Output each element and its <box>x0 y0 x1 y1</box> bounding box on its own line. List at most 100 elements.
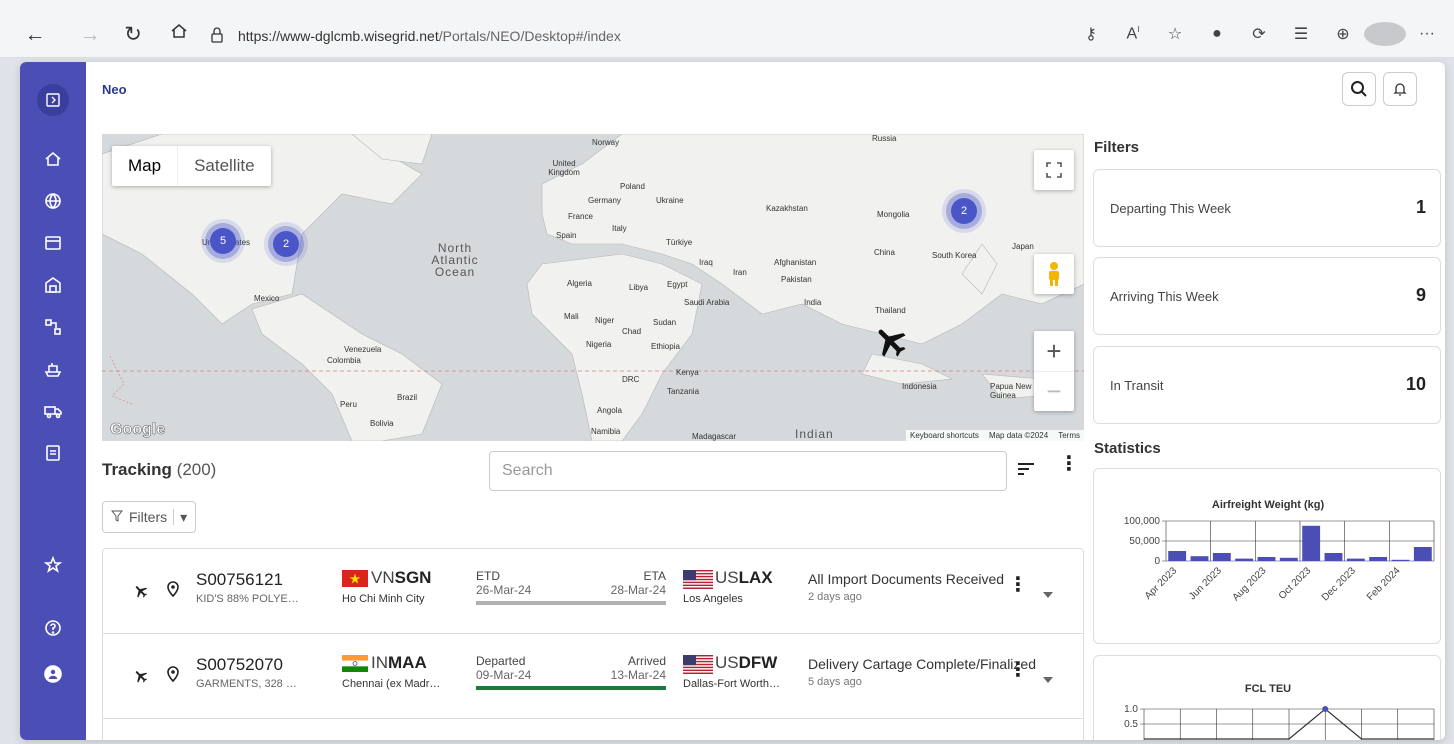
x-tick-label: Dec 2023 <box>1320 565 1358 603</box>
street-view-button[interactable] <box>1034 254 1074 294</box>
sidebar <box>20 62 86 740</box>
filter-card-in-transit[interactable]: In Transit 10 <box>1093 346 1441 424</box>
map-label-iraq: Iraq <box>699 258 713 267</box>
back-icon[interactable]: ← <box>22 22 48 48</box>
expand-row-icon[interactable] <box>1043 670 1053 688</box>
zoom-in-icon[interactable]: + <box>1034 331 1074 371</box>
fullscreen-button[interactable] <box>1034 150 1074 190</box>
tracking-count: (200) <box>176 460 217 479</box>
map-label-spain: Spain <box>556 231 577 240</box>
location-pin-icon[interactable] <box>167 666 179 687</box>
bar <box>1369 557 1388 561</box>
eta-date: 28-Mar-24 <box>610 583 666 597</box>
origin-port-code: VNSGN <box>371 568 432 587</box>
keyboard-shortcuts-link[interactable]: Keyboard shortcuts <box>910 431 979 440</box>
lock-icon[interactable] <box>210 26 224 46</box>
shipment-map[interactable]: Norway Russia United Kingdom Poland Germ… <box>102 134 1084 441</box>
airplane-marker-icon[interactable] <box>872 322 910 365</box>
origin-city: Chennai (ex Madr… <box>342 678 441 690</box>
home-icon[interactable] <box>20 144 86 174</box>
star-icon[interactable] <box>20 550 86 580</box>
more-options-icon[interactable]: ⋮ <box>1059 454 1079 474</box>
map-label-brazil: Brazil <box>397 393 418 402</box>
shipment-id[interactable]: S00752070 <box>196 655 283 675</box>
arrived-label: Arrived <box>627 654 666 668</box>
status-time: 5 days ago <box>808 676 862 688</box>
map-label-tanzania: Tanzania <box>667 387 700 396</box>
read-aloud-icon[interactable]: Aⅼ <box>1112 25 1154 43</box>
shipment-row[interactable]: S00756121 KID'S 88% POLYEST… VNSGN Ho Ch… <box>103 549 1083 634</box>
warehouse-icon[interactable] <box>20 270 86 300</box>
row-menu-icon[interactable]: ⋮ <box>1008 660 1028 680</box>
filters-button[interactable]: Filters ▾ <box>102 501 197 533</box>
extension-icon[interactable]: ● <box>1196 25 1238 43</box>
filters-dropdown-icon[interactable]: ▾ <box>180 509 187 526</box>
map-label-algeria: Algeria <box>567 279 592 288</box>
map-cluster-marker[interactable]: 2 <box>273 231 299 257</box>
map-data-label: Map data ©2024 <box>988 431 1049 440</box>
airplane-icon <box>133 668 149 689</box>
profile-icon[interactable] <box>1364 22 1406 46</box>
filter-card-departing[interactable]: Departing This Week 1 <box>1093 169 1441 247</box>
map-cluster-marker[interactable]: 2 <box>951 198 977 224</box>
ship-icon[interactable] <box>20 354 86 384</box>
address-bar[interactable]: https://www-dglcmb.wisegrid.net/Portals/… <box>210 22 621 50</box>
us-flag-icon <box>683 570 713 589</box>
location-pin-icon[interactable] <box>167 581 179 602</box>
transit-progress-bar <box>476 686 666 690</box>
report-icon[interactable] <box>20 438 86 468</box>
globe-icon[interactable] <box>20 186 86 216</box>
forward-icon[interactable]: → <box>77 22 103 48</box>
eta-label: ETA <box>643 569 666 583</box>
map-label-indonesia: Indonesia <box>902 382 937 391</box>
tracking-heading: Tracking (200) <box>102 460 216 480</box>
shipment-id[interactable]: S00756121 <box>196 570 283 590</box>
x-tick-label: Aug 2023 <box>1231 565 1269 603</box>
y-tick-label: 50,000 <box>1129 536 1160 547</box>
map-label-venezuela: Venezuela <box>344 345 382 354</box>
map-label-russia: Russia <box>872 134 897 143</box>
help-icon[interactable] <box>20 613 86 643</box>
zoom-out-icon[interactable]: − <box>1034 371 1074 411</box>
airfreight-chart: 100,000 50,000 0Apr 2023 Jun 2023 Aug 2023 Oc… <box>1124 516 1435 603</box>
bar <box>1279 557 1298 561</box>
sort-icon[interactable] <box>1017 462 1035 481</box>
truck-icon[interactable] <box>20 396 86 426</box>
filter-card-label: Departing This Week <box>1110 201 1231 216</box>
user-avatar-icon[interactable] <box>20 659 86 689</box>
destination-port-code: USDFW <box>715 653 778 672</box>
y-tick-label: 0 <box>1154 556 1160 567</box>
map-cluster-marker[interactable]: 5 <box>210 228 236 254</box>
sidebar-expand-icon[interactable] <box>37 84 69 116</box>
shipment-row[interactable]: S00752070 GARMENTS, 328 CT… INMAA Chenna… <box>103 634 1083 719</box>
password-key-icon[interactable]: ⚷ <box>1070 24 1112 44</box>
map-type-satellite-button[interactable]: Satellite <box>177 146 270 186</box>
customs-icon[interactable] <box>20 312 86 342</box>
x-tick-label: Jun 2023 <box>1187 565 1224 602</box>
expand-row-icon[interactable] <box>1043 585 1053 603</box>
more-icon[interactable]: ··· <box>1406 25 1448 43</box>
row-menu-icon[interactable]: ⋮ <box>1008 575 1028 595</box>
terms-link[interactable]: Terms <box>1058 431 1080 440</box>
extensions-puzzle-icon[interactable]: ⟳ <box>1238 24 1280 44</box>
filter-card-label: Arriving This Week <box>1110 289 1219 304</box>
notifications-button[interactable] <box>1383 72 1417 106</box>
filter-card-arriving[interactable]: Arriving This Week 9 <box>1093 257 1441 335</box>
app-window: Neo Norway Russia United Kingdom Poland <box>20 62 1445 740</box>
bell-icon <box>1393 83 1407 96</box>
map-label-saudi-arabia: Saudi Arabia <box>684 298 730 307</box>
map-label-nigeria: Nigeria <box>586 340 612 349</box>
map-type-map-button[interactable]: Map <box>112 146 177 186</box>
favorites-icon[interactable]: ☰ <box>1280 24 1322 44</box>
filter-card-label: In Transit <box>1110 378 1164 393</box>
refresh-icon[interactable]: ↻ <box>120 22 146 48</box>
tracking-title: Tracking <box>102 460 172 479</box>
search-input[interactable]: Search <box>489 451 1007 491</box>
package-icon[interactable] <box>20 228 86 258</box>
home-icon[interactable] <box>166 22 192 40</box>
search-button[interactable] <box>1342 72 1376 106</box>
add-favorite-icon[interactable]: ☆ <box>1154 24 1196 44</box>
filter-card-value: 10 <box>1405 374 1426 394</box>
map-label-ukraine: Ukraine <box>656 196 684 205</box>
collections-icon[interactable]: ⊕ <box>1322 24 1364 44</box>
